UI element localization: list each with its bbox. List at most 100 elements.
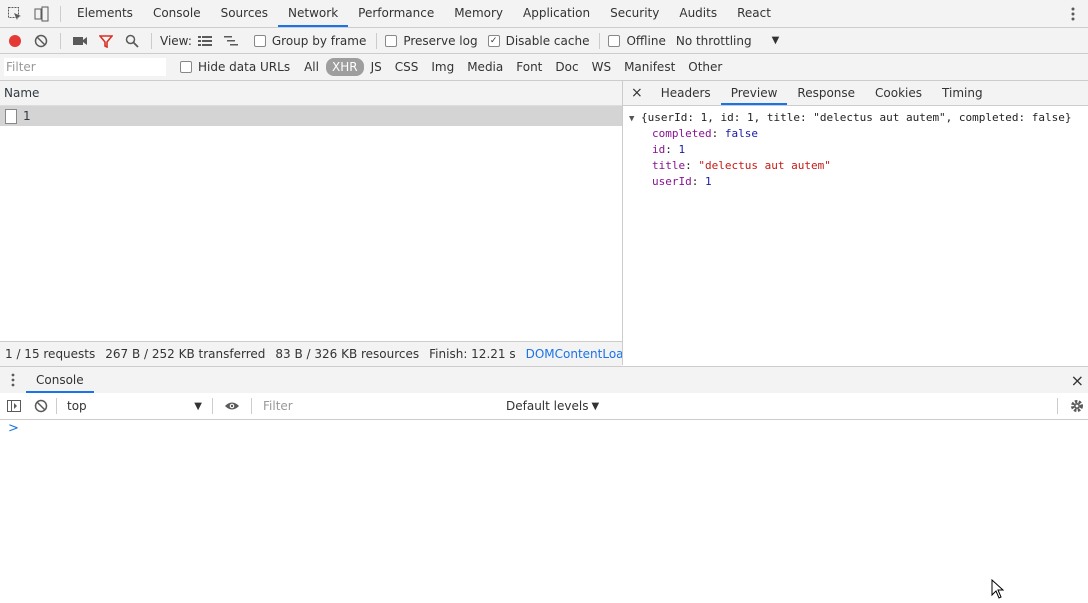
tab-react[interactable]: React [727,0,781,27]
divider [212,398,213,414]
filter-type-js[interactable]: JS [365,58,388,76]
large-request-rows-icon[interactable] [192,28,218,54]
checkbox-box[interactable] [608,34,621,47]
tab-memory[interactable]: Memory [444,0,513,27]
detail-tab-list: Headers Preview Response Cookies Timing [651,81,993,105]
transferred-size: 267 B / 252 KB transferred [105,347,266,361]
tab-audits[interactable]: Audits [669,0,727,27]
checkbox-box[interactable] [180,61,192,73]
filter-type-other[interactable]: Other [682,58,728,76]
json-property-title: title: "delectus aut autem" [652,159,831,172]
filter-type-css[interactable]: CSS [389,58,425,76]
json-key: id [652,143,666,156]
network-toolbar: View: Group by frame Preserve log ✓ Disa… [0,28,1088,54]
json-key: completed [652,127,712,140]
drawer-header: Console × [0,366,1088,394]
console-filter-input[interactable]: Filter [258,396,502,416]
expand-triangle-icon[interactable]: ▼ [629,114,634,124]
preserve-log-checkbox[interactable]: Preserve log [385,33,478,48]
filter-type-media[interactable]: Media [461,58,509,76]
console-prompt[interactable]: > [8,421,19,436]
inspect-element-icon[interactable] [2,1,28,27]
json-value: 1 [678,143,686,156]
filter-type-manifest[interactable]: Manifest [618,58,681,76]
name-column-header[interactable]: Name [0,81,622,106]
filter-type-font[interactable]: Font [510,58,548,76]
context-value: top [67,399,87,413]
checkbox-box-checked[interactable]: ✓ [487,34,500,47]
tab-elements[interactable]: Elements [67,0,143,27]
json-property-userid: userId: 1 [652,175,712,188]
disable-cache-checkbox[interactable]: ✓ Disable cache [487,34,589,48]
detail-tab-timing[interactable]: Timing [932,81,993,105]
more-options-icon[interactable] [1060,1,1086,27]
clear-icon[interactable] [28,28,54,54]
filter-type-xhr[interactable]: XHR [325,58,364,76]
detail-tab-cookies[interactable]: Cookies [865,81,932,105]
search-icon[interactable] [119,28,145,54]
tab-security[interactable]: Security [600,0,669,27]
chevron-down-icon: ▼ [194,400,202,412]
checkbox-box[interactable] [385,34,398,47]
drawer-menu-icon[interactable] [0,367,26,393]
resources-size: 83 B / 326 KB resources [275,347,420,361]
json-preview-summary[interactable]: ▼ {userId: 1, id: 1, title: "delectus au… [629,111,1072,124]
throttling-value: No throttling [675,33,752,48]
checkbox-box[interactable] [253,34,266,47]
filter-type-ws[interactable]: WS [586,58,617,76]
throttling-select[interactable]: No throttling ▼ [676,34,779,48]
detail-tab-headers[interactable]: Headers [651,81,721,105]
resource-type-filters: All XHR JS CSS Img Media Font Doc WS Manifest Othe… [298,58,729,76]
tab-console[interactable]: Console [143,0,211,27]
detail-tab-preview[interactable]: Preview [720,81,788,105]
log-levels-value: Default levels [506,399,589,413]
divider [56,398,57,414]
close-icon[interactable]: × [623,85,651,101]
hide-data-urls-checkbox[interactable]: Hide data URLs [180,60,290,74]
filter-bar: Filter Hide data URLs All XHR JS CSS Img Medi… [0,54,1088,81]
gear-icon[interactable] [1064,393,1088,419]
context-select[interactable]: top ▼ [63,396,206,416]
request-detail-panel: × Headers Preview Response Cookies Timing ▼ … [623,81,1088,365]
overview-icon[interactable] [218,28,244,54]
filter-type-doc[interactable]: Doc [549,58,584,76]
divider [251,398,252,414]
json-key: title [652,159,686,172]
finish-time: Finish: 12.21 s [429,347,516,361]
table-row[interactable]: 1 [0,106,622,126]
filter-icon[interactable] [93,28,119,54]
divider [376,32,378,49]
detail-tab-response[interactable]: Response [787,81,865,105]
name-header-label: Name [4,86,40,100]
chevron-down-icon: ▼ [771,35,780,46]
drawer-tab-console[interactable]: Console [26,367,94,393]
mouse-cursor-icon [991,578,1005,602]
tab-application[interactable]: Application [513,0,600,27]
hide-data-urls-label: Hide data URLs [198,60,291,74]
offline-label: Offline [626,33,666,48]
json-key: userId [652,175,692,188]
json-summary-text: {userId: 1, id: 1, title: "delectus aut … [641,111,1072,124]
document-icon [5,109,17,124]
group-by-frame-checkbox[interactable]: Group by frame [253,34,366,48]
divider [599,32,601,49]
divider [60,32,61,49]
capture-screenshots-icon[interactable] [67,28,93,54]
record-icon[interactable] [2,28,28,54]
detail-tabs: × Headers Preview Response Cookies Timing [623,81,1088,106]
filter-type-all[interactable]: All [298,58,325,76]
log-levels-select[interactable]: Default levels ▼ [506,399,599,413]
device-toolbar-icon[interactable] [28,1,54,27]
clear-console-icon[interactable] [28,393,54,419]
tab-performance[interactable]: Performance [348,0,444,27]
tab-network[interactable]: Network [278,0,349,27]
offline-checkbox[interactable]: Offline [608,33,666,48]
filter-input[interactable]: Filter [4,58,166,76]
show-sidebar-icon[interactable] [0,393,28,419]
tab-sources[interactable]: Sources [211,0,278,27]
filter-type-img[interactable]: Img [425,58,460,76]
close-drawer-icon[interactable]: × [1071,371,1084,390]
preserve-log-label: Preserve log [403,33,478,48]
json-value: false [724,127,758,140]
eye-icon[interactable] [219,393,245,419]
